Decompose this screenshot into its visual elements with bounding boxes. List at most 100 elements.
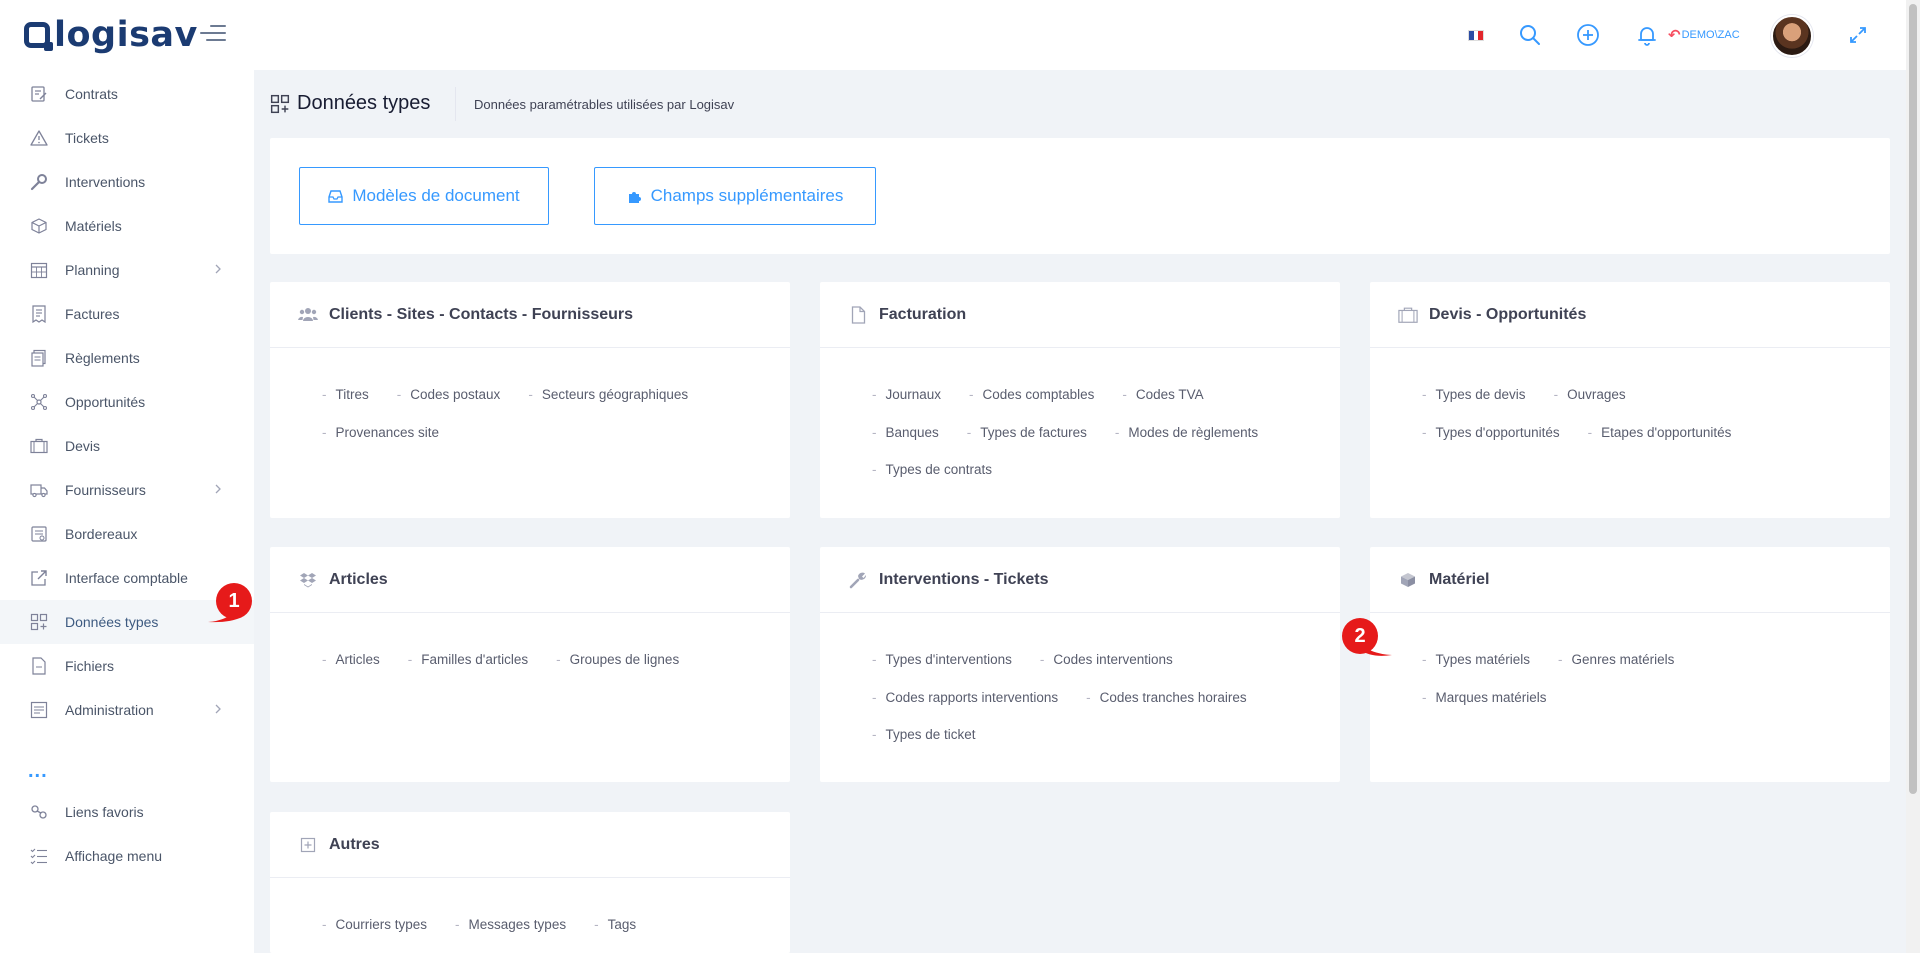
link-codes-comptables[interactable]: Codes comptables [969, 387, 1095, 402]
link-secteurs-geographiques[interactable]: Secteurs géographiques [528, 387, 688, 402]
chevron-right-icon [215, 484, 221, 494]
user-switch-link[interactable]: ↶ DEMO\ZAC [1668, 26, 1740, 44]
link-titres[interactable]: Titres [322, 387, 369, 402]
link-codes-tranches-horaires[interactable]: Codes tranches horaires [1086, 690, 1247, 705]
section-title: Autres [329, 835, 380, 853]
contract-icon [29, 84, 49, 104]
link-familles-d-articles[interactable]: Familles d'articles [408, 652, 528, 667]
chevron-right-icon [215, 704, 221, 714]
top-actions: ↶ DEMO\ZAC [1446, 0, 1906, 70]
user-label: DEMO\ZAC [1681, 29, 1740, 41]
section-clients: Clients - Sites - Contacts - Fournisseur… [270, 282, 790, 518]
file-icon [29, 656, 49, 676]
link-journaux[interactable]: Journaux [872, 387, 942, 402]
page-scrollbar[interactable] [1906, 0, 1920, 953]
sidebar-item-devis[interactable]: Devis [0, 424, 254, 468]
link-genres-materiels[interactable]: Genres matériels [1558, 652, 1675, 667]
wrench-icon [29, 172, 49, 192]
wrench-icon [848, 570, 868, 590]
plus-circle-icon[interactable] [1573, 20, 1603, 50]
link-codes-interventions[interactable]: Codes interventions [1040, 652, 1172, 667]
search-icon[interactable] [1515, 20, 1545, 50]
extra-fields-button[interactable]: Champs supplémentaires [594, 167, 876, 225]
grid-plus-icon [270, 94, 290, 114]
link-courriers-types[interactable]: Courriers types [322, 917, 428, 932]
grid-plus-icon [29, 612, 49, 632]
sidebar-item-interventions[interactable]: Interventions [0, 160, 254, 204]
scrollbar-thumb[interactable] [1909, 4, 1917, 794]
link-types-de-factures[interactable]: Types de factures [967, 425, 1087, 440]
link-articles[interactable]: Articles [322, 652, 380, 667]
logo-mark-icon [24, 22, 53, 51]
link-types-d-interventions[interactable]: Types d'interventions [872, 652, 1012, 667]
section-interventions: Interventions - Tickets Types d'interven… [820, 547, 1340, 782]
menu-toggle-button[interactable] [200, 25, 226, 45]
sidebar-item-label: Administration [65, 702, 154, 718]
sidebar-item-liens-favoris[interactable]: Liens favoris [0, 790, 254, 834]
document-models-button[interactable]: Modèles de document [299, 167, 549, 225]
link-types-de-ticket[interactable]: Types de ticket [872, 727, 976, 742]
sidebar-item-label: Données types [65, 614, 159, 630]
sidebar-item-tickets[interactable]: Tickets [0, 116, 254, 160]
sidebar-item-affichage-menu[interactable]: Affichage menu [0, 834, 254, 878]
more-dots[interactable]: ... [28, 760, 48, 783]
link-icon [29, 802, 49, 822]
link-types-d-opportunites[interactable]: Types d'opportunités [1422, 425, 1560, 440]
sidebar-item-administration[interactable]: Administration [0, 688, 254, 732]
link-messages-types[interactable]: Messages types [455, 917, 567, 932]
button-label: Modèles de document [352, 186, 520, 205]
logo-text: logisav [54, 15, 198, 55]
expand-icon[interactable] [1843, 20, 1873, 50]
link-codes-postaux[interactable]: Codes postaux [397, 387, 500, 402]
section-autres: Autres Courriers types Messages types Ta… [270, 812, 790, 953]
link-ouvrages[interactable]: Ouvrages [1554, 387, 1626, 402]
sidebar-item-label: Contrats [65, 86, 118, 102]
page-title: Données types [297, 92, 431, 114]
section-title: Articles [329, 570, 388, 588]
chevron-right-icon [215, 264, 221, 274]
sidebar-item-fournisseurs[interactable]: Fournisseurs [0, 468, 254, 512]
dropbox-icon [298, 570, 318, 590]
badge-tail [1358, 642, 1392, 656]
sidebar-item-contrats[interactable]: Contrats [0, 72, 254, 116]
section-articles: Articles Articles Familles d'articles Gr… [270, 547, 790, 782]
sidebar-item-label: Liens favoris [65, 804, 144, 820]
link-banques[interactable]: Banques [872, 425, 939, 440]
sidebar-item-bordereaux[interactable]: Bordereaux [0, 512, 254, 556]
sidebar-item-fichiers[interactable]: Fichiers [0, 644, 254, 688]
link-marques-materiels[interactable]: Marques matériels [1422, 690, 1547, 705]
sidebar-item-label: Affichage menu [65, 848, 163, 864]
app-logo[interactable]: logisav [24, 17, 198, 53]
sidebar-item-factures[interactable]: Factures [0, 292, 254, 336]
sidebar-item-reglements[interactable]: Règlements [0, 336, 254, 380]
link-types-de-devis[interactable]: Types de devis [1422, 387, 1526, 402]
link-groupes-de-lignes[interactable]: Groupes de lignes [556, 652, 680, 667]
page-subheader: Données types Données paramétrables util… [254, 70, 1906, 138]
link-modes-de-reglements[interactable]: Modes de règlements [1115, 425, 1258, 440]
link-types-materiels[interactable]: Types matériels [1422, 652, 1531, 667]
section-title: Clients - Sites - Contacts - Fournisseur… [329, 305, 634, 323]
undo-arrow-icon: ↶ [1668, 27, 1681, 44]
sidebar-item-planning[interactable]: Planning [0, 248, 254, 292]
link-types-de-contrats[interactable]: Types de contrats [872, 462, 993, 477]
link-tags[interactable]: Tags [594, 917, 637, 932]
truck-icon [29, 480, 49, 500]
avatar[interactable] [1771, 15, 1813, 57]
box-icon [29, 216, 49, 236]
link-codes-rapports-interventions[interactable]: Codes rapports interventions [872, 690, 1059, 705]
sidebar-item-opportunites[interactable]: Opportunités [0, 380, 254, 424]
french-flag-icon[interactable] [1468, 30, 1484, 41]
plus-square-icon [298, 835, 318, 855]
sidebar-item-label: Règlements [65, 350, 140, 366]
bell-icon[interactable] [1632, 20, 1662, 50]
briefcase-icon [29, 436, 49, 456]
section-title: Matériel [1429, 570, 1490, 588]
badge-number: 1 [216, 583, 252, 619]
sidebar-item-materiels[interactable]: Matériels [0, 204, 254, 248]
sidebar: Contrats Tickets Interventions Matériels… [0, 70, 254, 953]
link-codes-tva[interactable]: Codes TVA [1122, 387, 1204, 402]
invoice-icon [29, 304, 49, 324]
section-materiel: Matériel Types matériels Genres matériel… [1370, 547, 1890, 782]
link-etapes-d-opportunites[interactable]: Etapes d'opportunités [1588, 425, 1731, 440]
link-provenances-site[interactable]: Provenances site [322, 425, 440, 440]
